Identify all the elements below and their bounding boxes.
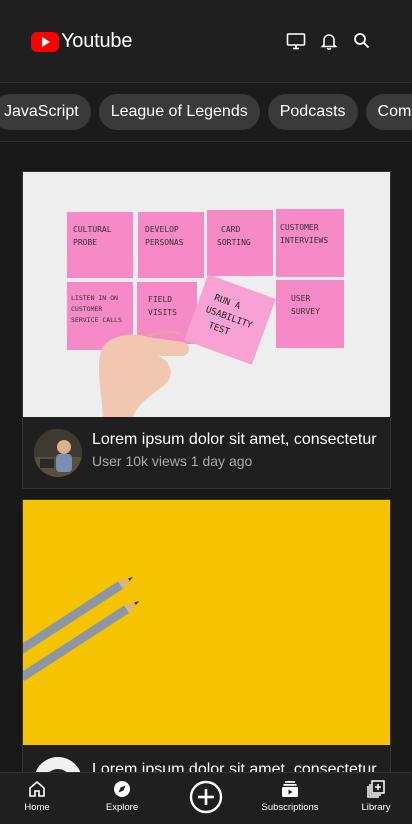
note-text: SURVEY xyxy=(291,307,320,316)
video-title[interactable]: Lorem ipsum dolor sit amet, consectetur xyxy=(92,431,382,449)
chip-podcasts[interactable]: Podcasts xyxy=(267,94,358,130)
nav-home[interactable]: Home xyxy=(0,779,77,813)
note-text: SORTING xyxy=(217,238,251,247)
bottom-navigation: Home Explore Subscriptions Library xyxy=(0,772,412,824)
note-text: LISTEN IN ON xyxy=(71,294,118,302)
note-text: PROBE xyxy=(73,238,97,247)
app-name: Youtube xyxy=(61,30,133,52)
note-text: CUSTOMER xyxy=(71,305,102,313)
add-circle-icon xyxy=(189,780,223,814)
nav-label: Library xyxy=(361,802,391,813)
note-text: FIELD xyxy=(148,295,172,304)
nav-create[interactable] xyxy=(166,780,246,814)
compass-icon xyxy=(114,781,130,797)
nav-label: Home xyxy=(24,802,50,813)
cast-icon[interactable] xyxy=(286,31,306,51)
note-text: CARD xyxy=(221,225,240,234)
note-text: CUSTOMER xyxy=(280,223,319,232)
note-text: INTERVIEWS xyxy=(280,236,328,245)
chip-comedy[interactable]: Comedy xyxy=(365,94,412,130)
subscriptions-icon xyxy=(282,781,298,797)
video-subtitle: User 10k views 1 day ago xyxy=(92,453,253,469)
nav-label: Explore xyxy=(105,802,139,813)
library-icon xyxy=(367,780,385,798)
note-text: USER xyxy=(291,294,310,303)
youtube-play-icon xyxy=(31,31,59,52)
nav-explore[interactable]: Explore xyxy=(82,779,162,813)
video-card[interactable]: Lorem ipsum dolor sit amet, consectetur xyxy=(22,499,391,805)
nav-label: Subscriptions xyxy=(261,802,319,813)
nav-library[interactable]: Library xyxy=(336,779,412,813)
chip-javascript[interactable]: JavaScript xyxy=(0,94,91,130)
note-text: SERVICE CALLS xyxy=(71,316,122,324)
video-meta: Lorem ipsum dolor sit amet, consectetur … xyxy=(23,417,390,489)
note-text: VISITS xyxy=(148,308,177,317)
home-icon xyxy=(29,780,45,797)
category-chips-bar: JavaScript League of Legends Podcasts Co… xyxy=(0,83,412,142)
note-text: PERSONAS xyxy=(145,238,184,247)
chip-league-of-legends[interactable]: League of Legends xyxy=(98,94,260,130)
bell-icon[interactable] xyxy=(319,31,339,51)
note-text: CULTURAL xyxy=(73,225,112,234)
video-thumbnail[interactable]: CULTURAL PROBE DEVELOP PERSONAS CARD SOR… xyxy=(23,172,390,417)
top-app-bar: Youtube xyxy=(0,0,412,83)
youtube-logo[interactable]: Youtube xyxy=(31,30,132,53)
search-icon[interactable] xyxy=(352,31,372,51)
video-card[interactable]: CULTURAL PROBE DEVELOP PERSONAS CARD SOR… xyxy=(22,171,391,489)
note-text: DEVELOP xyxy=(145,225,179,234)
nav-subscriptions[interactable]: Subscriptions xyxy=(250,779,330,813)
video-thumbnail[interactable] xyxy=(23,500,390,745)
avatar[interactable] xyxy=(34,429,82,477)
